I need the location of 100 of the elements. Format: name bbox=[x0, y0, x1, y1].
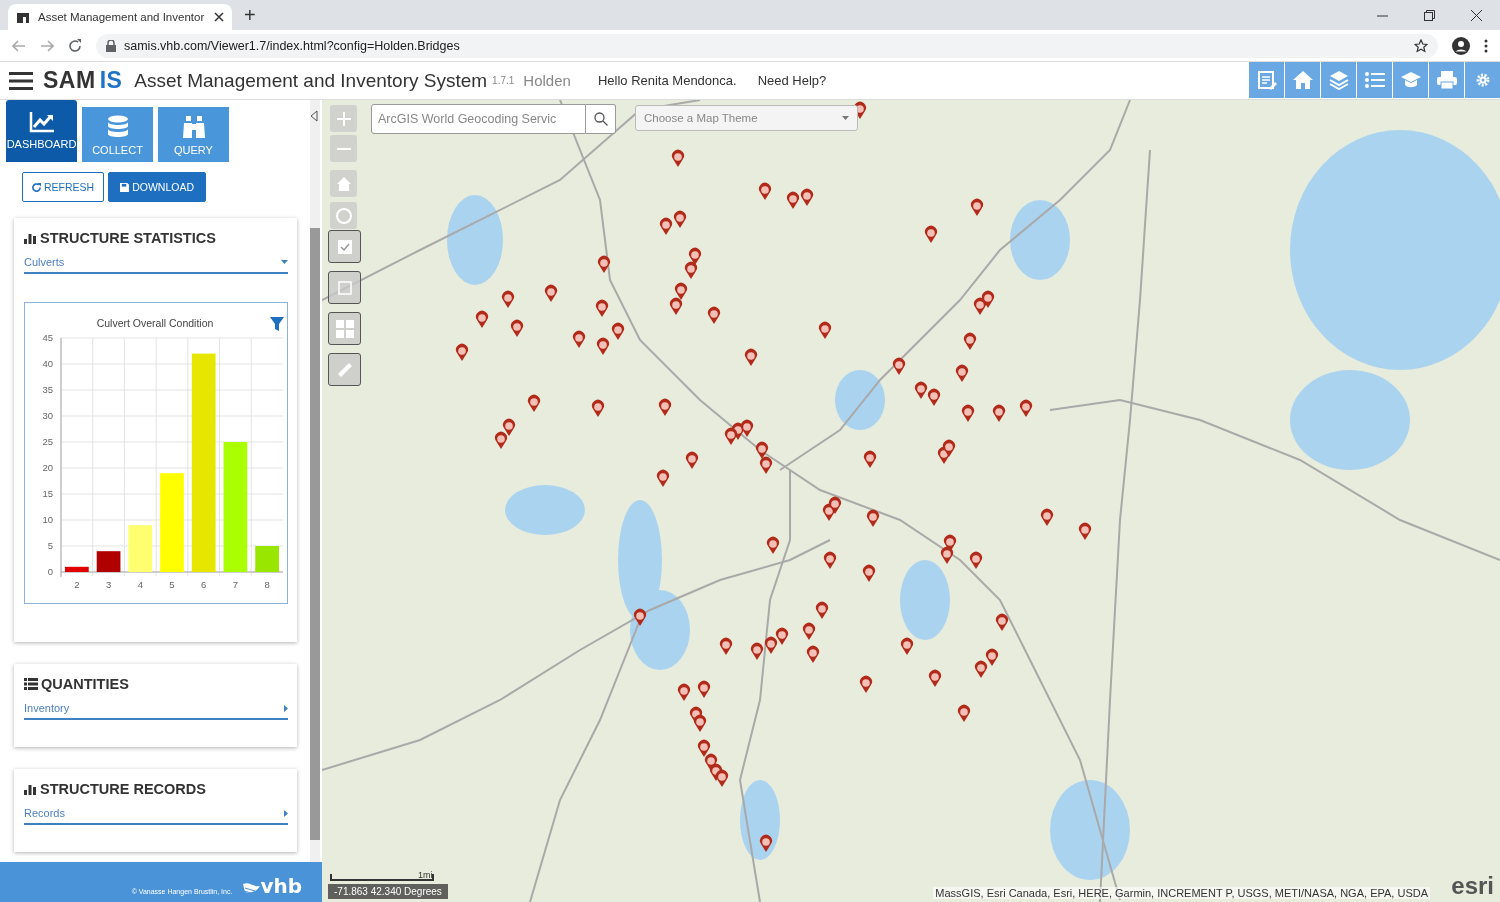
scale-label: 1mi bbox=[418, 870, 433, 880]
reload-icon[interactable] bbox=[68, 38, 82, 53]
y-tick-label: 30 bbox=[42, 410, 53, 421]
x-tick-label: 8 bbox=[264, 579, 270, 590]
binoculars-icon bbox=[181, 115, 206, 139]
close-icon[interactable] bbox=[1471, 9, 1482, 21]
caret-right-icon bbox=[284, 809, 288, 817]
chart-bar bbox=[128, 525, 153, 572]
company-logo: vhb bbox=[260, 874, 302, 898]
town-name: Holden bbox=[523, 72, 571, 89]
refresh-button[interactable]: REFRESH bbox=[22, 172, 105, 202]
select-button[interactable] bbox=[328, 230, 361, 263]
search-icon bbox=[593, 112, 608, 126]
user-greeting: Hello Renita Mendonca. bbox=[597, 73, 737, 88]
x-tick-label: 4 bbox=[137, 579, 143, 590]
printer-icon bbox=[1435, 70, 1458, 90]
restore-icon[interactable] bbox=[1424, 9, 1435, 21]
dropdown[interactable]: Inventory bbox=[24, 702, 288, 720]
y-tick-label: 10 bbox=[42, 514, 53, 525]
x-tick-label: 5 bbox=[169, 579, 175, 590]
toolbar-button[interactable] bbox=[1249, 62, 1284, 98]
chart-title: Culvert Overall Condition bbox=[96, 317, 214, 329]
refresh-icon bbox=[32, 182, 41, 192]
layers-icon bbox=[1327, 70, 1350, 90]
toolbar-button[interactable] bbox=[1321, 62, 1356, 98]
nav-tab[interactable]: DASHBOARD bbox=[6, 100, 77, 162]
search-button[interactable] bbox=[586, 104, 616, 134]
y-tick-label: 5 bbox=[47, 540, 53, 551]
line-chart-icon bbox=[28, 111, 55, 133]
x-tick-label: 6 bbox=[201, 579, 207, 590]
checkbox-icon bbox=[337, 239, 352, 254]
list-icon bbox=[24, 678, 38, 690]
bar-chart-icon bbox=[24, 232, 37, 244]
y-tick-label: 15 bbox=[42, 488, 53, 499]
filter-icon[interactable] bbox=[270, 317, 284, 331]
minus-icon bbox=[336, 147, 351, 150]
zoom-out-button[interactable] bbox=[330, 135, 357, 162]
x-tick-label: 2 bbox=[74, 579, 80, 590]
home-icon bbox=[335, 175, 352, 192]
app-title: Asset Management and Inventory System bbox=[134, 69, 488, 92]
download-button[interactable]: DOWNLOAD bbox=[108, 172, 207, 202]
chart-bar bbox=[96, 551, 121, 572]
help-link[interactable]: Need Help? bbox=[757, 73, 827, 88]
close-icon[interactable] bbox=[214, 12, 224, 22]
account-icon[interactable] bbox=[1452, 36, 1470, 55]
browser-tab[interactable]: Asset Management and Inventor bbox=[8, 4, 232, 30]
new-tab-button[interactable]: + bbox=[244, 2, 256, 30]
back-arrow-icon[interactable] bbox=[12, 39, 26, 52]
toolbar-button[interactable] bbox=[1357, 62, 1392, 98]
basemap-button[interactable] bbox=[328, 312, 361, 345]
plus-icon bbox=[336, 111, 351, 126]
caret-down-icon bbox=[281, 260, 288, 264]
x-tick-label: 7 bbox=[232, 579, 239, 590]
map-attribution: MassGIS, Esri Canada, Esri, HERE, Garmin, INCREMENT P, USGS, METI/NASA, NGA, EPA, USDA bbox=[933, 887, 1430, 899]
edit-list-icon bbox=[1256, 70, 1277, 90]
toolbar-button[interactable] bbox=[1465, 62, 1500, 98]
settings-icon bbox=[1475, 73, 1490, 87]
database-icon bbox=[106, 115, 129, 139]
toolbar-button[interactable] bbox=[1429, 62, 1464, 98]
home-icon bbox=[1291, 70, 1314, 90]
collapse-arrow-icon[interactable] bbox=[310, 110, 318, 122]
toolbar-button[interactable] bbox=[1285, 62, 1320, 98]
coordinates-readout: -71.863 42.340 Degrees bbox=[328, 884, 448, 899]
square-icon bbox=[337, 280, 352, 295]
save-icon bbox=[120, 182, 130, 192]
esri-logo: esri bbox=[1451, 872, 1494, 900]
star-icon[interactable] bbox=[1414, 38, 1428, 53]
toolbar-button[interactable] bbox=[1393, 62, 1428, 98]
nav-tab[interactable]: QUERY bbox=[158, 107, 229, 162]
dropdown[interactable]: Records bbox=[24, 807, 288, 825]
lock-icon bbox=[106, 39, 116, 52]
forward-arrow-icon[interactable] bbox=[40, 39, 54, 52]
y-tick-label: 25 bbox=[42, 436, 53, 447]
more-options-icon[interactable] bbox=[1484, 38, 1488, 53]
y-tick-label: 35 bbox=[42, 384, 53, 395]
chart-bar bbox=[65, 566, 89, 572]
search-field[interactable]: ArcGIS World Geocoding Servic bbox=[371, 104, 586, 134]
target-icon bbox=[334, 206, 353, 225]
grid-icon bbox=[335, 319, 354, 338]
extent-button[interactable] bbox=[328, 271, 361, 304]
address-bar[interactable]: samis.vhb.com/Viewer1.7/index.html?config=Holden.Bridges bbox=[96, 33, 1438, 58]
x-tick-label: 3 bbox=[105, 579, 112, 590]
caret-right-icon bbox=[284, 704, 288, 712]
zoom-in-button[interactable] bbox=[330, 105, 357, 132]
measure-button[interactable] bbox=[328, 353, 361, 386]
y-tick-label: 40 bbox=[42, 358, 53, 369]
y-tick-label: 20 bbox=[42, 462, 53, 473]
card-title: STRUCTURE STATISTICS bbox=[40, 230, 216, 246]
home-button[interactable] bbox=[330, 170, 357, 197]
bar-chart-icon bbox=[24, 783, 37, 795]
y-tick-label: 45 bbox=[42, 332, 53, 343]
card-title: QUANTITIES bbox=[41, 676, 129, 692]
dropdown[interactable]: Culverts bbox=[24, 256, 288, 274]
app-logo: SAM IS bbox=[43, 67, 123, 94]
menu-icon[interactable] bbox=[9, 71, 33, 90]
scrollbar-thumb[interactable] bbox=[310, 228, 320, 840]
theme-dropdown[interactable]: Choose a Map Theme bbox=[635, 105, 858, 131]
chart-bar bbox=[255, 546, 279, 572]
nav-tab[interactable]: COLLECT bbox=[82, 107, 153, 162]
y-tick-label: 0 bbox=[47, 566, 53, 577]
